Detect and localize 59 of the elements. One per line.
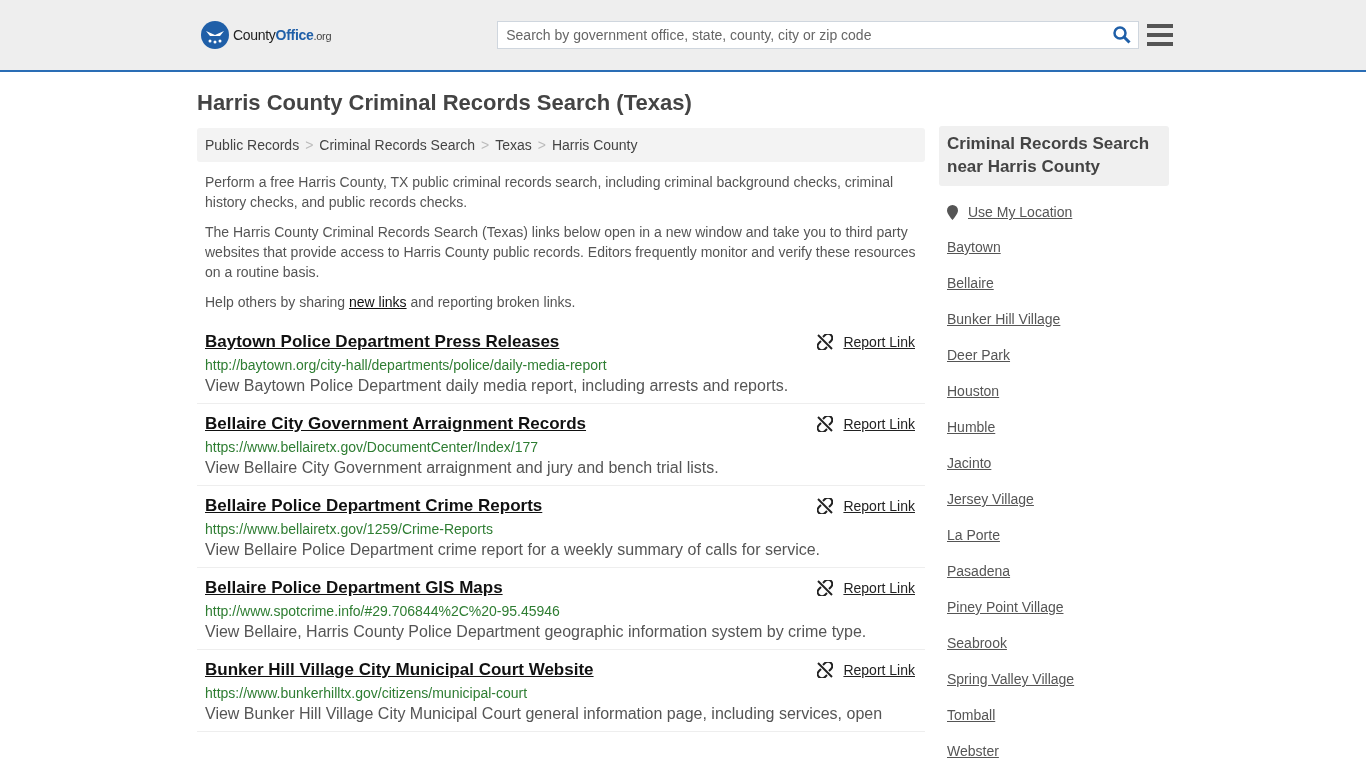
- search-icon[interactable]: [1113, 26, 1131, 44]
- intro-paragraph: The Harris County Criminal Records Search (Texas) links below open in a new window and take you to third party websites that provide access to Harris County public records. Editors frequently monitor and verify these resources on a routine basis.: [205, 223, 917, 282]
- result-title-link[interactable]: Bellaire Police Department GIS Maps: [205, 578, 503, 598]
- result-url: https://www.bunkerhilltx.gov/citizens/municipal-court: [205, 685, 529, 701]
- place-link[interactable]: Pasadena: [947, 563, 1011, 579]
- broken-link-icon: [817, 498, 834, 514]
- place-link[interactable]: La Porte: [947, 527, 1000, 543]
- share-text: Help others by sharing new links and reporting broken links.: [205, 293, 577, 312]
- result-title-link[interactable]: Bunker Hill Village City Municipal Court Website: [205, 660, 594, 680]
- place-link[interactable]: Jacinto: [947, 455, 992, 471]
- intro-paragraph: Perform a free Harris County, TX public criminal records search, including criminal background checks, criminal history checks, and public records checks.: [205, 173, 895, 212]
- broken-link-icon: [817, 662, 834, 678]
- place-link[interactable]: Spring Valley Village: [947, 671, 1075, 687]
- place-link[interactable]: Tomball: [947, 707, 996, 723]
- sidebar-heading: Criminal Records Search near Harris County: [939, 126, 1169, 186]
- place-link[interactable]: Seabrook: [947, 635, 1007, 651]
- report-link[interactable]: Report Link: [817, 498, 915, 514]
- place-link[interactable]: Baytown: [947, 239, 1001, 255]
- place-link[interactable]: Bunker Hill Village: [947, 311, 1061, 327]
- broken-link-icon: [817, 334, 834, 350]
- report-link[interactable]: Report Link: [817, 334, 915, 350]
- result-title-link[interactable]: Bellaire City Government Arraignment Records: [205, 414, 587, 434]
- report-link[interactable]: Report Link: [817, 662, 915, 678]
- place-link[interactable]: Webster: [947, 743, 999, 759]
- result-title-link[interactable]: Bellaire Police Department Crime Reports: [205, 496, 543, 516]
- breadcrumb-separator: >: [537, 137, 546, 153]
- new-links-link[interactable]: new links: [348, 294, 407, 310]
- search-field[interactable]: Search by government office, state, county, city or zip code: [497, 21, 1139, 49]
- result-description: View Bunker Hill Village City Municipal Court general information page, including services, open: [205, 705, 884, 723]
- breadcrumb-link[interactable]: Criminal Records Search: [319, 137, 475, 153]
- result-description: View Bellaire City Government arraignment and jury and bench trial lists.: [205, 459, 720, 477]
- menu-button[interactable]: [1147, 24, 1173, 46]
- location-pin-icon: [947, 204, 958, 220]
- page-title: Harris County Criminal Records Search (Texas): [197, 89, 693, 117]
- breadcrumb-link[interactable]: Harris County: [551, 137, 638, 153]
- breadcrumb-separator: >: [305, 137, 314, 153]
- place-link[interactable]: Humble: [947, 419, 996, 435]
- result-url: http://www.spotcrime.info/#29.706844%2C%20-95.45946: [205, 603, 561, 619]
- breadcrumb-separator: >: [480, 137, 490, 153]
- result-url: https://www.bellairetx.gov/1259/Crime-Reports: [205, 521, 494, 537]
- result-title-link[interactable]: Baytown Police Department Press Releases: [205, 332, 560, 352]
- site-logo[interactable]: CountyOffice.org: [201, 21, 332, 49]
- result-url: http://baytown.org/city-hall/departments/police/daily-media-report: [205, 357, 608, 373]
- place-link[interactable]: Deer Park: [947, 347, 1011, 363]
- place-link[interactable]: Piney Point Village: [947, 599, 1064, 615]
- report-link[interactable]: Report Link: [817, 580, 915, 596]
- result-description: View Bellaire Police Department crime report for a weekly summary of calls for service.: [205, 541, 822, 559]
- breadcrumb-link[interactable]: Public Records: [205, 137, 300, 153]
- broken-link-icon: [817, 416, 834, 432]
- use-location-link[interactable]: Use My Location: [968, 204, 1073, 220]
- place-link[interactable]: Jersey Village: [947, 491, 1034, 507]
- place-link[interactable]: Bellaire: [947, 275, 994, 291]
- report-link[interactable]: Report Link: [817, 416, 915, 432]
- broken-link-icon: [817, 580, 834, 596]
- place-link[interactable]: Houston: [947, 383, 1000, 399]
- result-url: https://www.bellairetx.gov/DocumentCenter/Index/177: [205, 439, 540, 455]
- breadcrumb-link[interactable]: Texas: [495, 137, 532, 153]
- result-description: View Bellaire, Harris County Police Department geographic information system by crime type.: [205, 623, 868, 641]
- result-description: View Baytown Police Department daily media report, including arrests and reports.: [205, 377, 790, 395]
